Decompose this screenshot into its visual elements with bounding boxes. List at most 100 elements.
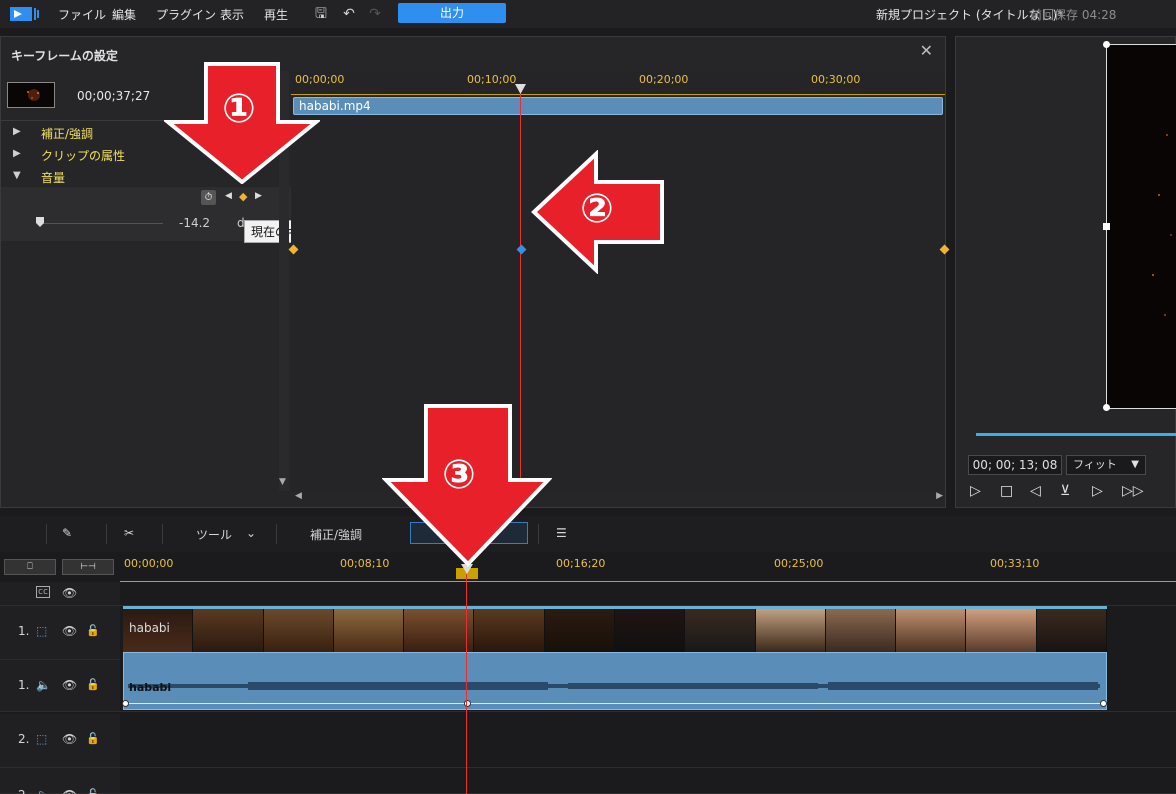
list-icon[interactable]: ☰: [556, 526, 567, 540]
keyframe-marker[interactable]: [516, 244, 527, 255]
clip-frame: [404, 609, 475, 652]
keyframe-clip[interactable]: hababi.mp4: [293, 97, 943, 115]
track-lane-2-audio[interactable]: [120, 768, 1176, 794]
volume-line[interactable]: [126, 703, 1106, 704]
zoom-select[interactable]: フィット ▼: [1066, 455, 1146, 475]
menu-edit[interactable]: 編集: [112, 6, 136, 23]
app-logo-icon: [10, 7, 39, 21]
lock-icon[interactable]: 🔓: [86, 788, 100, 794]
timeline-ruler[interactable]: 00;00;00 00;08;10 00;16;20 00;25;00 00;3…: [120, 554, 1176, 582]
track-lane-2[interactable]: [120, 714, 1176, 768]
divider: [46, 524, 47, 544]
expand-icon[interactable]: ▶: [13, 148, 21, 159]
prop-label: クリップの属性: [41, 149, 126, 163]
track-header-video-1: 1. ⬚ 👁 🔓: [0, 606, 120, 660]
resize-handle[interactable]: [1103, 41, 1110, 48]
next-frame-icon[interactable]: ▷: [1092, 483, 1103, 499]
last-saved: 前回保存 04:28: [1030, 8, 1117, 22]
mark-icon[interactable]: ⊻: [1060, 483, 1070, 499]
redo-icon[interactable]: ↷: [366, 5, 384, 23]
keyframe-marker[interactable]: [288, 244, 299, 255]
keyframe-marker[interactable]: [939, 244, 950, 255]
play-icon[interactable]: ▷: [970, 483, 981, 499]
close-icon[interactable]: ✕: [920, 41, 933, 60]
scroll-left-icon[interactable]: ◀: [295, 491, 302, 501]
pen-icon[interactable]: ✎: [62, 526, 72, 540]
chevron-down-icon[interactable]: ⌄: [246, 526, 256, 540]
menu-playback[interactable]: 再生: [264, 6, 288, 23]
volume-slider[interactable]: [39, 223, 163, 224]
caption-icon[interactable]: cc: [36, 586, 50, 598]
stopwatch-icon[interactable]: ⏱: [201, 190, 216, 205]
stop-icon[interactable]: □: [1000, 483, 1013, 499]
volume-keyframe[interactable]: [122, 700, 129, 707]
volume-keyframe[interactable]: [1100, 700, 1107, 707]
track-header-cc: cc 👁: [0, 582, 120, 606]
track-lane-cc[interactable]: [120, 582, 1176, 606]
audio-clip[interactable]: hababi: [122, 652, 1107, 710]
prev-frame-icon[interactable]: ◁: [1030, 483, 1041, 499]
clip-frame: [614, 609, 686, 652]
clip-frame: [755, 609, 826, 652]
eye-icon[interactable]: 👁: [62, 586, 77, 600]
edit-toolbar: ✎ ✂ ツール ⌄ 補正/強調 ☰: [0, 516, 1176, 552]
expand-icon[interactable]: ▶: [13, 126, 21, 137]
resize-handle[interactable]: [1103, 223, 1110, 230]
annotation-number: ③: [442, 452, 476, 498]
undo-icon[interactable]: ↶: [340, 5, 358, 23]
clip-frame: [263, 609, 334, 652]
track-header-audio-1: 1. 🔈 👁 🔓: [0, 660, 120, 712]
dialog-timecode: 00;00;37;27: [77, 89, 151, 103]
clip-frame: [474, 609, 545, 652]
preview-progress[interactable]: [976, 433, 1176, 436]
scroll-down-icon[interactable]: ▼: [279, 477, 286, 487]
track-number: 2.: [18, 732, 30, 746]
export-button[interactable]: 出力: [398, 3, 506, 23]
clip-frame: [825, 609, 897, 652]
fast-forward-icon[interactable]: ▷▷: [1122, 483, 1144, 499]
preview-timecode[interactable]: 00; 00; 13; 08: [968, 455, 1062, 475]
menu-file[interactable]: ファイル: [58, 6, 106, 23]
track-manager-button[interactable]: ⎕: [4, 559, 56, 575]
collapse-icon[interactable]: ▼: [13, 170, 21, 181]
resize-handle[interactable]: [1103, 404, 1110, 411]
ruler-label: 00;20;00: [639, 73, 689, 86]
keyframe-ruler[interactable]: 00;00;00 00;10;00 00;20;00 00;30;00: [291, 71, 945, 95]
lock-icon[interactable]: 🔓: [86, 732, 100, 745]
timeline-playhead[interactable]: [466, 574, 467, 794]
track-header-audio-2: 2. 🔈 👁 🔓: [0, 768, 120, 794]
next-keyframe-icon[interactable]: ▶: [255, 191, 262, 201]
correction-button[interactable]: 補正/強調: [310, 526, 362, 543]
clip-frame: [544, 609, 615, 652]
clip-frame: [896, 609, 967, 652]
lock-icon[interactable]: 🔓: [86, 624, 100, 637]
ruler-label: 00;16;20: [556, 557, 606, 570]
volume-value: -14.2: [179, 216, 211, 230]
ruler-label: 00;25;00: [774, 557, 824, 570]
track-number: 2.: [18, 788, 29, 794]
scroll-right-icon[interactable]: ▶: [936, 491, 943, 501]
lock-icon[interactable]: 🔓: [86, 678, 100, 691]
save-icon[interactable]: 🖫: [312, 5, 330, 23]
clip-frame: [685, 609, 756, 652]
zoom-value: フィット: [1073, 458, 1117, 471]
eye-icon[interactable]: 👁: [62, 732, 77, 746]
track-header-video-2: 2. ⬚ 👁 🔓: [0, 714, 120, 768]
annotation-number: ①: [222, 86, 256, 132]
video-clip[interactable]: hababi: [123, 606, 1107, 652]
preview-panel: 00; 00; 13; 08 フィット ▼ ▷ □ ◁ ⊻ ▷ ▷▷: [955, 36, 1176, 508]
track-lane-1[interactable]: hababi hababi: [120, 606, 1176, 712]
fit-timeline-button[interactable]: ⊢⊣: [62, 559, 114, 575]
menu-plugin[interactable]: プラグイン: [156, 6, 216, 23]
clip-frame: [1036, 609, 1107, 652]
scissors-icon[interactable]: ✂: [124, 526, 134, 540]
eye-icon[interactable]: 👁: [62, 624, 77, 638]
tools-menu[interactable]: ツール: [196, 526, 232, 543]
prev-keyframe-icon[interactable]: ◀: [225, 191, 232, 201]
add-keyframe-icon[interactable]: ◆: [239, 190, 247, 203]
menu-view[interactable]: 表示: [220, 6, 244, 23]
clip-frame: [966, 609, 1037, 652]
prop-label: 音量: [41, 171, 66, 185]
eye-icon[interactable]: 👁: [62, 788, 77, 794]
eye-icon[interactable]: 👁: [62, 678, 77, 692]
